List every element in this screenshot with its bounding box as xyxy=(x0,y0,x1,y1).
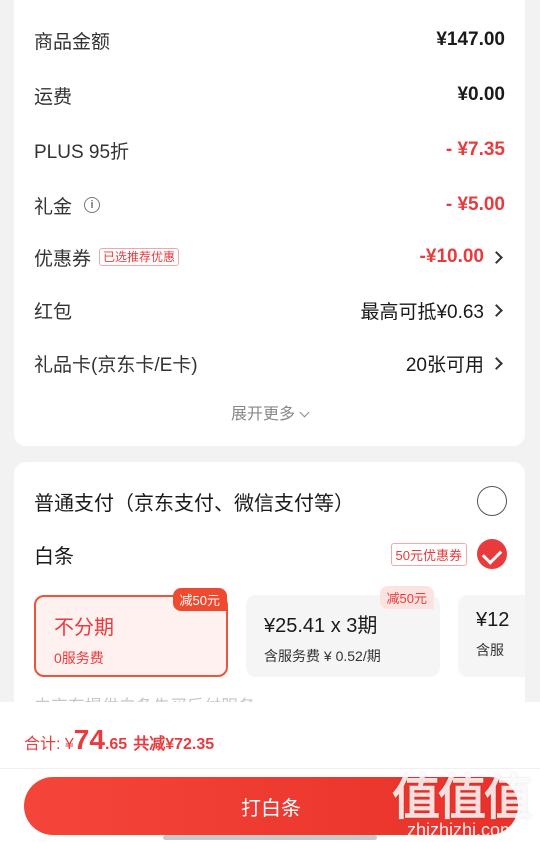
plan-discount-badge: 减50元 xyxy=(172,588,227,611)
coupon-value: -¥10.00 xyxy=(419,246,484,267)
installment-plan-more[interactable]: ¥12 含服 xyxy=(458,595,525,677)
expand-more-button[interactable]: 展开更多 xyxy=(14,400,525,424)
goods-amount-label: 商品金额 xyxy=(34,31,111,53)
installment-plan-none[interactable]: 减50元 不分期 0服务费 xyxy=(34,588,228,677)
plan-discount-badge: 减50元 xyxy=(379,586,434,609)
red-packet-row[interactable]: 红包 最高可抵¥0.63 xyxy=(34,295,505,325)
coupon-row[interactable]: 优惠券 已选推荐优惠 -¥10.00 xyxy=(34,242,505,272)
chevron-right-icon xyxy=(490,356,503,370)
total-saved: 共减¥72.35 xyxy=(133,736,215,753)
plan-title: 不分期 xyxy=(54,617,114,639)
watermark: 值值值 zhizhizhi.com xyxy=(391,758,532,841)
installment-plan-3[interactable]: 减50元 ¥25.41 x 3期 含服务费 ¥ 0.52/期 xyxy=(246,586,440,677)
checkmark-selected-icon[interactable] xyxy=(477,539,507,569)
home-indicator xyxy=(163,835,377,840)
info-icon[interactable]: i xyxy=(84,197,101,213)
plan-subtitle: 含服务费 ¥ 0.52/期 xyxy=(264,648,381,664)
payment-method-card: 普通支付（京东支付、微信支付等） 白条 50元优惠券 减50元 不分期 0服务费… xyxy=(14,462,525,722)
goods-amount-value: ¥147.00 xyxy=(436,29,505,50)
plan-title: ¥25.41 x 3期 xyxy=(264,615,378,637)
gift-money-row: 礼金 i - ¥5.00 xyxy=(34,190,505,220)
gift-money-value: - ¥5.00 xyxy=(445,194,505,215)
total-prefix: 合计: ¥ xyxy=(24,736,74,753)
normal-payment-radio[interactable] xyxy=(477,486,507,516)
expand-more-label: 展开更多 xyxy=(230,406,295,423)
coupon-label: 优惠券 xyxy=(34,248,92,270)
plus-discount-row: PLUS 95折 - ¥7.35 xyxy=(34,135,505,165)
plan-subtitle: 含服 xyxy=(476,642,504,658)
shipping-label: 运费 xyxy=(34,86,73,108)
goods-amount-row: 商品金额 ¥147.00 xyxy=(34,25,505,55)
red-packet-value: 最高可抵¥0.63 xyxy=(360,301,484,323)
price-summary-card: 商品金额 ¥147.00 运费 ¥0.00 PLUS 95折 - ¥7.35 礼… xyxy=(14,0,525,446)
baitiao-payment-option[interactable]: 白条 50元优惠券 xyxy=(34,538,507,570)
watermark-site: zhizhizhi.com xyxy=(406,820,516,840)
baitiao-label: 白条 xyxy=(34,545,74,568)
watermark-logo: 值值值 xyxy=(391,772,532,825)
plus-discount-label: PLUS 95折 xyxy=(34,141,130,163)
total-decimal: .65 xyxy=(104,736,128,753)
plan-subtitle: 0服务费 xyxy=(54,650,104,666)
normal-payment-label: 普通支付（京东支付、微信支付等） xyxy=(34,492,354,515)
coupon-recommended-tag: 已选推荐优惠 xyxy=(99,248,180,266)
chevron-right-icon xyxy=(490,250,503,264)
baitiao-coupon-tag: 50元优惠券 xyxy=(390,542,467,566)
total-integer: 74 xyxy=(73,724,105,755)
gift-card-value: 20张可用 xyxy=(405,354,484,376)
chevron-down-icon xyxy=(299,407,310,418)
shipping-value: ¥0.00 xyxy=(457,84,505,105)
gift-card-label: 礼品卡(京东卡/E卡) xyxy=(34,354,198,376)
gift-card-row[interactable]: 礼品卡(京东卡/E卡) 20张可用 xyxy=(34,348,505,378)
shipping-row: 运费 ¥0.00 xyxy=(34,80,505,110)
plan-title: ¥12 xyxy=(476,609,510,631)
gift-money-label: 礼金 xyxy=(34,196,73,218)
red-packet-label: 红包 xyxy=(34,301,73,323)
normal-payment-option[interactable]: 普通支付（京东支付、微信支付等） xyxy=(34,485,507,517)
plus-discount-value: - ¥7.35 xyxy=(445,139,505,160)
chevron-right-icon xyxy=(490,303,503,317)
total-amount: 合计: ¥ 74 .65 共减¥72.35 xyxy=(24,724,214,756)
